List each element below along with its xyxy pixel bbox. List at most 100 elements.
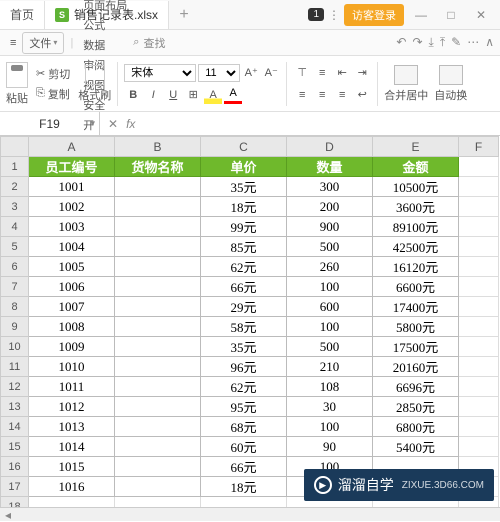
- cell-id[interactable]: 1016: [29, 477, 115, 497]
- cell-id[interactable]: 1013: [29, 417, 115, 437]
- menubar-right-icon-6[interactable]: ∧: [485, 35, 494, 50]
- cell-empty[interactable]: [459, 397, 499, 417]
- column-header-B[interactable]: B: [115, 137, 201, 157]
- fx-icon[interactable]: fx: [126, 117, 135, 131]
- column-header-E[interactable]: E: [373, 137, 459, 157]
- cell-qty[interactable]: 260: [287, 257, 373, 277]
- align-center-button[interactable]: ≡: [313, 86, 331, 104]
- fill-color-button[interactable]: A: [204, 86, 222, 104]
- table-header-cell[interactable]: 员工编号: [29, 157, 115, 177]
- cell-name[interactable]: [115, 317, 201, 337]
- cell-price[interactable]: 60元: [201, 437, 287, 457]
- cell-name[interactable]: [115, 437, 201, 457]
- cell-qty[interactable]: 900: [287, 217, 373, 237]
- name-box[interactable]: F19: [0, 112, 100, 135]
- cell-name[interactable]: [115, 257, 201, 277]
- cell-name[interactable]: [115, 337, 201, 357]
- row-header-11[interactable]: 11: [1, 357, 29, 377]
- decrease-font-button[interactable]: A⁻: [262, 64, 280, 82]
- cell-price[interactable]: 66元: [201, 277, 287, 297]
- cell-name[interactable]: [115, 197, 201, 217]
- cell-empty[interactable]: [459, 377, 499, 397]
- cell-id[interactable]: 1011: [29, 377, 115, 397]
- cell-name[interactable]: [115, 237, 201, 257]
- row-header-4[interactable]: 4: [1, 217, 29, 237]
- table-header-cell[interactable]: 金额: [373, 157, 459, 177]
- cell-name[interactable]: [115, 397, 201, 417]
- align-top-button[interactable]: ⊤: [293, 64, 311, 82]
- cell-price[interactable]: 99元: [201, 217, 287, 237]
- cell-empty[interactable]: [459, 197, 499, 217]
- search-box[interactable]: ⌕ 查找: [133, 35, 165, 51]
- cell-qty[interactable]: 600: [287, 297, 373, 317]
- bold-button[interactable]: B: [124, 86, 142, 104]
- maximize-button[interactable]: □: [438, 8, 464, 22]
- cell-price[interactable]: 58元: [201, 317, 287, 337]
- border-button[interactable]: ⊞: [184, 86, 202, 104]
- close-button[interactable]: ✕: [468, 8, 494, 22]
- row-header-14[interactable]: 14: [1, 417, 29, 437]
- table-header-cell[interactable]: 数量: [287, 157, 373, 177]
- row-header-2[interactable]: 2: [1, 177, 29, 197]
- cell-empty[interactable]: [459, 437, 499, 457]
- row-header-3[interactable]: 3: [1, 197, 29, 217]
- cell-id[interactable]: 1015: [29, 457, 115, 477]
- cell-name[interactable]: [115, 357, 201, 377]
- cut-button[interactable]: ✂ 剪切: [34, 65, 72, 83]
- cell-price[interactable]: 68元: [201, 417, 287, 437]
- cell-qty[interactable]: 200: [287, 197, 373, 217]
- format-painter-icon[interactable]: [85, 65, 105, 85]
- merge-cells-button[interactable]: 合并居中: [384, 65, 428, 103]
- row-header-8[interactable]: 8: [1, 297, 29, 317]
- cell-id[interactable]: 1003: [29, 217, 115, 237]
- column-header-C[interactable]: C: [201, 137, 287, 157]
- menubar-right-icon-1[interactable]: ↷: [412, 35, 422, 50]
- notification-badge[interactable]: 1: [308, 8, 324, 21]
- cell-amt[interactable]: 5800元: [373, 317, 459, 337]
- cell-qty[interactable]: 30: [287, 397, 373, 417]
- row-header-15[interactable]: 15: [1, 437, 29, 457]
- cell-name[interactable]: [115, 297, 201, 317]
- menu-item-3[interactable]: 公式: [79, 15, 131, 35]
- cell-amt[interactable]: 17500元: [373, 337, 459, 357]
- cell-empty[interactable]: [459, 357, 499, 377]
- align-middle-button[interactable]: ≡: [313, 64, 331, 82]
- cell-qty[interactable]: 210: [287, 357, 373, 377]
- cell-amt[interactable]: 5400元: [373, 437, 459, 457]
- cell-id[interactable]: 1005: [29, 257, 115, 277]
- menubar-right-icon-3[interactable]: ⤒: [440, 35, 445, 50]
- select-all-corner[interactable]: [1, 137, 29, 157]
- cell-name[interactable]: [115, 177, 201, 197]
- menu-file[interactable]: 文件▾: [22, 32, 64, 54]
- minimize-button[interactable]: —: [408, 8, 434, 22]
- cell-empty[interactable]: [459, 177, 499, 197]
- cell-amt[interactable]: 6600元: [373, 277, 459, 297]
- column-header-F[interactable]: F: [459, 137, 499, 157]
- paste-icon[interactable]: [6, 62, 28, 88]
- cell-price[interactable]: 18元: [201, 477, 287, 497]
- cell-price[interactable]: 85元: [201, 237, 287, 257]
- cell-price[interactable]: 35元: [201, 337, 287, 357]
- cell-name[interactable]: [115, 417, 201, 437]
- cell-qty[interactable]: 100: [287, 317, 373, 337]
- font-size-select[interactable]: 11: [198, 64, 240, 82]
- tab-add[interactable]: +: [169, 6, 199, 24]
- cell-price[interactable]: 96元: [201, 357, 287, 377]
- tab-home[interactable]: 首页: [0, 1, 45, 29]
- menubar-right-icon-0[interactable]: ↶: [396, 35, 406, 50]
- cell-name[interactable]: [115, 377, 201, 397]
- row-header-16[interactable]: 16: [1, 457, 29, 477]
- cell-qty[interactable]: 90: [287, 437, 373, 457]
- cell-id[interactable]: 1008: [29, 317, 115, 337]
- cell-qty[interactable]: 500: [287, 237, 373, 257]
- cell-empty[interactable]: [459, 217, 499, 237]
- cell-id[interactable]: 1002: [29, 197, 115, 217]
- row-header-13[interactable]: 13: [1, 397, 29, 417]
- row-header-1[interactable]: 1: [1, 157, 29, 177]
- indent-left-button[interactable]: ⇤: [333, 64, 351, 82]
- menubar-right-icon-4[interactable]: ✎: [451, 35, 461, 50]
- cell-empty[interactable]: [459, 317, 499, 337]
- cell-name[interactable]: [115, 477, 201, 497]
- cell-empty[interactable]: [459, 157, 499, 177]
- cell-price[interactable]: 35元: [201, 177, 287, 197]
